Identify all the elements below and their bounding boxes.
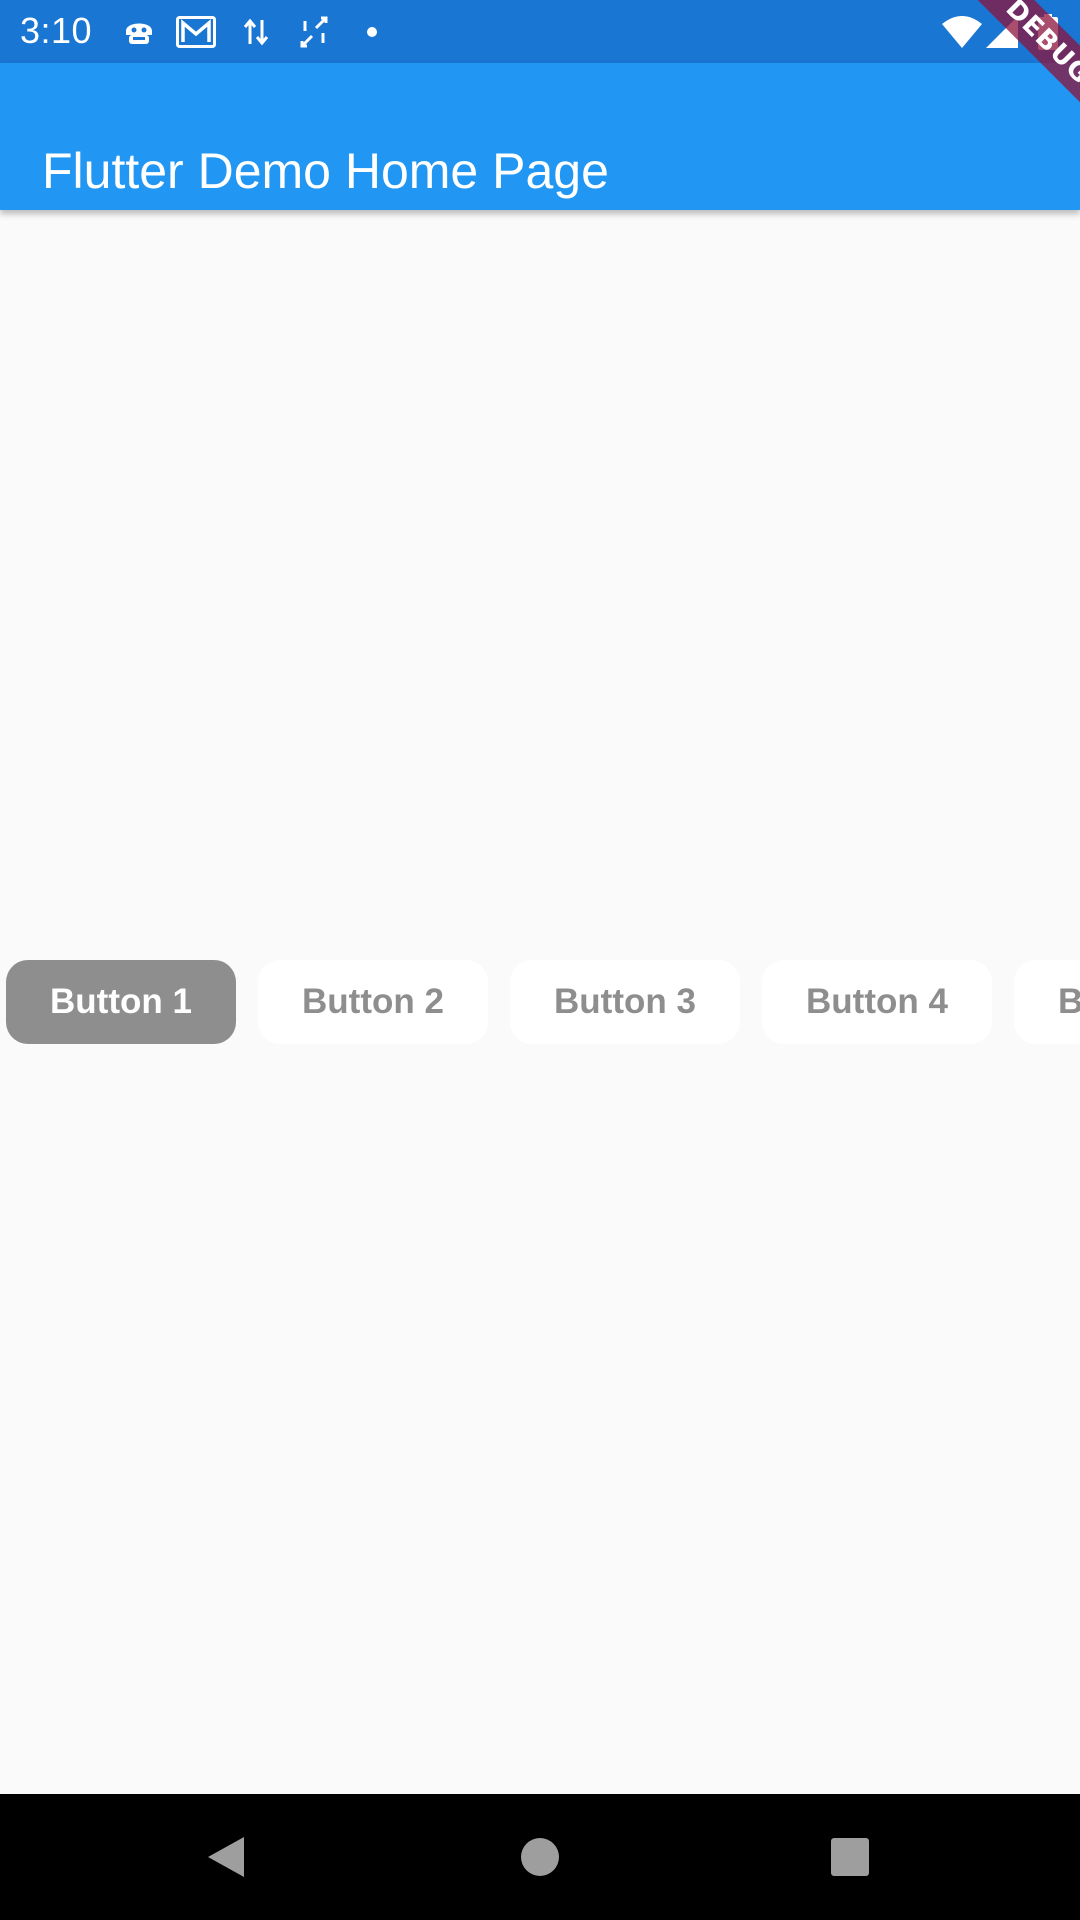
button-4[interactable]: Button 4 bbox=[762, 960, 992, 1044]
app-bar: Flutter Demo Home Page bbox=[0, 63, 1080, 210]
button-row: Button 1 Button 2 Button 3 Button 4 B bbox=[0, 960, 1080, 1044]
button-1[interactable]: Button 1 bbox=[6, 960, 236, 1044]
system-navigation-bar bbox=[0, 1794, 1080, 1920]
wifi-icon bbox=[942, 12, 982, 52]
cellular-signal-icon bbox=[982, 12, 1022, 52]
notification-dot-icon bbox=[352, 12, 392, 52]
back-icon[interactable] bbox=[196, 1827, 256, 1887]
data-transfer-icon bbox=[236, 12, 276, 52]
status-time: 3:10 bbox=[20, 10, 93, 51]
page-title: Flutter Demo Home Page bbox=[42, 142, 609, 199]
recents-icon[interactable] bbox=[820, 1827, 880, 1887]
button-3[interactable]: Button 3 bbox=[510, 960, 740, 1044]
battery-icon bbox=[1028, 12, 1068, 52]
home-icon[interactable] bbox=[510, 1827, 570, 1887]
button-5-partial[interactable]: B bbox=[1014, 960, 1080, 1044]
screen-rotate-icon bbox=[294, 12, 334, 52]
android-debug-icon bbox=[119, 12, 159, 52]
gmail-icon bbox=[176, 12, 216, 52]
button-2[interactable]: Button 2 bbox=[258, 960, 488, 1044]
status-bar: 3:10 bbox=[0, 0, 1080, 63]
